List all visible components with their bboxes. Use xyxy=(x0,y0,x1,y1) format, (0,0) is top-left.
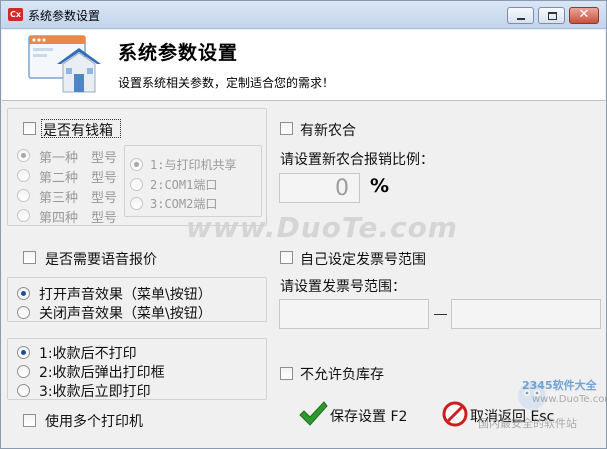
invoice-to-input[interactable] xyxy=(451,299,601,329)
invoice-range-checkbox[interactable] xyxy=(280,251,293,264)
settings-panel: www.DuoTe.com 是否有钱箱 第一种 型号 第二种 型号 第三种 型号… xyxy=(2,102,607,448)
maximize-icon xyxy=(548,12,557,20)
nhc-ratio-value: 0 xyxy=(335,176,349,201)
percent-sign: % xyxy=(370,175,390,197)
invoice-range-prompt: 请设置发票号范围： xyxy=(280,279,406,295)
drawer-type-3-label: 第三种 型号 xyxy=(39,191,118,206)
port-shared-label: 1:与打印机共享 xyxy=(150,158,237,172)
drawer-type-1-radio[interactable] xyxy=(17,149,30,162)
app-logo-icon: Cx xyxy=(8,8,23,21)
drawer-type-2-label: 第二种 型号 xyxy=(39,171,118,186)
print-immediate-label: 3:收款后立即打印 xyxy=(39,384,151,400)
close-button[interactable]: ✕ xyxy=(569,7,599,24)
sound-off-label: 关闭声音效果（菜单\按钮） xyxy=(39,306,212,322)
drawer-type-4-label: 第四种 型号 xyxy=(39,211,118,226)
print-dialog-radio[interactable] xyxy=(17,365,30,378)
page-title: 系统参数设置 xyxy=(118,42,239,64)
port-com1-radio[interactable] xyxy=(130,178,143,191)
multi-printer-label: 使用多个打印机 xyxy=(45,414,143,430)
no-entry-icon xyxy=(442,401,468,427)
save-label: 保存设置 F2 xyxy=(330,409,408,425)
settings-window: Cx 系统参数设置 ✕ 系统参数设置 设置系统相关参数，定制适合您的需求！ ww… xyxy=(0,0,607,449)
port-com2-label: 3:COM2端口 xyxy=(150,197,218,211)
minimize-button[interactable] xyxy=(507,7,534,24)
drawer-type-3-radio[interactable] xyxy=(17,189,30,202)
header-banner: 系统参数设置 设置系统相关参数，定制适合您的需求！ xyxy=(2,30,605,101)
voice-label: 是否需要语音报价 xyxy=(45,252,157,268)
maximize-button[interactable] xyxy=(538,7,565,24)
close-icon: ✕ xyxy=(578,7,590,22)
window-title: 系统参数设置 xyxy=(28,9,101,23)
brand-watermark-tagline: 国内最安全的软件站 xyxy=(478,417,577,430)
drawer-type-2-radio[interactable] xyxy=(17,169,30,182)
nhc-ratio-input[interactable]: 0 xyxy=(279,173,360,203)
title-bar[interactable]: Cx 系统参数设置 ✕ xyxy=(1,1,606,29)
print-immediate-radio[interactable] xyxy=(17,384,30,397)
drawer-type-4-radio[interactable] xyxy=(17,209,30,222)
minimize-icon xyxy=(517,18,525,20)
checkmark-icon xyxy=(299,401,328,426)
voice-checkbox[interactable] xyxy=(23,251,36,264)
nhc-label: 有新农合 xyxy=(300,123,356,139)
brand-watermark: 2345软件大全 xyxy=(522,379,597,392)
print-none-radio[interactable] xyxy=(17,346,30,359)
nhc-ratio-label: 请设置新农合报销比例： xyxy=(280,152,434,168)
drawer-type-1-label: 第一种 型号 xyxy=(39,151,118,166)
sound-on-radio[interactable] xyxy=(17,287,30,300)
print-dialog-label: 2:收款后弹出打印框 xyxy=(39,365,165,381)
sound-off-radio[interactable] xyxy=(17,306,30,319)
brand-watermark-url: www.DuoTe.com xyxy=(532,394,607,405)
cash-drawer-label: 是否有钱箱 xyxy=(43,123,113,139)
invoice-range-label: 自己设定发票号范围 xyxy=(300,252,426,268)
nhc-checkbox[interactable] xyxy=(280,122,293,135)
port-shared-radio[interactable] xyxy=(130,158,143,171)
negative-stock-checkbox[interactable] xyxy=(280,367,293,380)
multi-printer-checkbox[interactable] xyxy=(23,414,36,427)
save-button[interactable]: 保存设置 F2 xyxy=(298,399,420,429)
invoice-from-input[interactable] xyxy=(279,299,429,329)
page-subtitle: 设置系统相关参数，定制适合您的需求！ xyxy=(118,76,335,90)
negative-stock-label: 不允许负库存 xyxy=(300,367,384,383)
sound-on-label: 打开声音效果（菜单\按钮） xyxy=(39,287,212,303)
cash-drawer-checkbox[interactable] xyxy=(23,122,36,135)
port-com2-radio[interactable] xyxy=(130,197,143,210)
house-settings-icon xyxy=(28,35,101,93)
range-dash xyxy=(434,314,447,315)
port-com1-label: 2:COM1端口 xyxy=(150,178,218,192)
print-none-label: 1:收款后不打印 xyxy=(39,346,137,362)
